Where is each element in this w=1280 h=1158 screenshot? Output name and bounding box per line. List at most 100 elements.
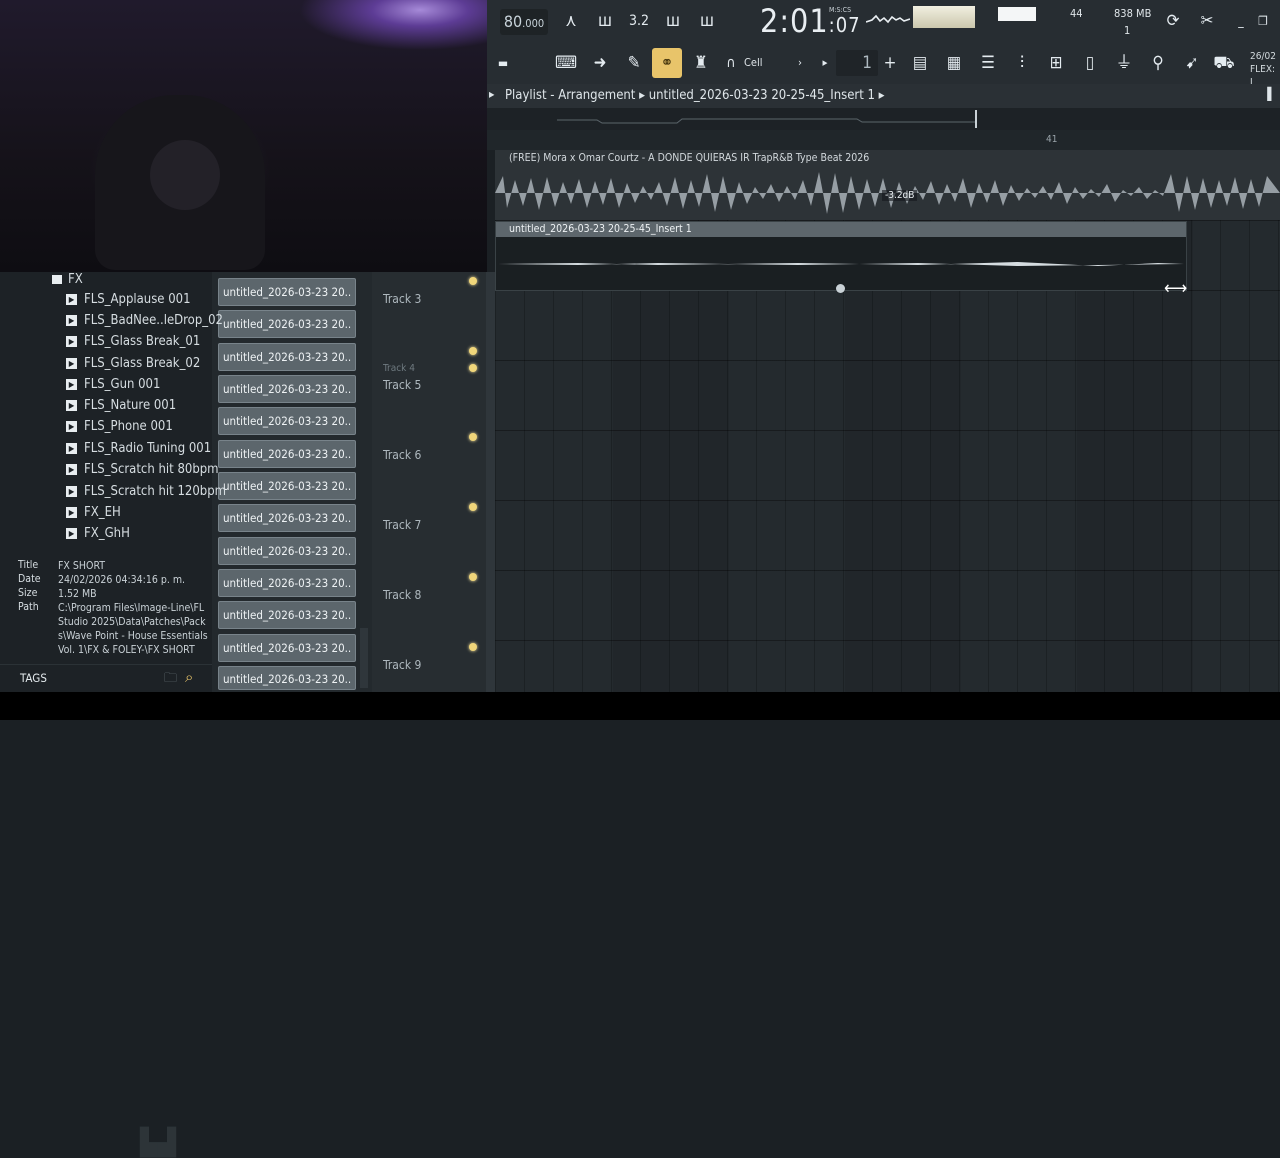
piano-roll-icon[interactable]: ☰ (975, 50, 1001, 76)
picker-item[interactable]: untitled_2026-03-23 20.. (218, 601, 356, 629)
step-edit-icon[interactable]: ш (660, 8, 686, 34)
browser-item[interactable]: ▶ FLS_Radio Tuning 001 (66, 439, 211, 459)
track-led[interactable] (469, 364, 477, 372)
arrow-right-icon[interactable]: ➜ (587, 50, 613, 76)
browser-item[interactable]: ▶ FLS_Glass Break_01 (66, 332, 200, 352)
shop-icon[interactable]: ⛟ (1211, 50, 1237, 76)
picker-item[interactable]: untitled_2026-03-23 20.. (218, 504, 356, 532)
audio-file-icon: ▶ (66, 464, 77, 475)
oscilloscope-icon (866, 14, 910, 24)
picker-item[interactable]: untitled_2026-03-23 20.. (218, 634, 356, 662)
track-led[interactable] (469, 643, 477, 651)
track-led[interactable] (469, 277, 477, 285)
picker-item[interactable]: untitled_2026-03-23 20.. (218, 472, 356, 500)
track-led[interactable] (469, 503, 477, 511)
browser-item[interactable]: ▶ FLS_Scratch hit 120bpm (66, 482, 226, 502)
picker-item[interactable]: untitled_2026-03-23 20.. (218, 375, 356, 403)
browser-folder-label: FX (68, 272, 83, 287)
metronome-icon[interactable]: ⋏ (558, 8, 584, 34)
track-3-label[interactable]: Track 3 (383, 292, 421, 306)
track-4-label[interactable]: Track 4 (383, 363, 415, 374)
time-main: 2:01 (760, 2, 829, 40)
ruler-bar-number: 41 (1046, 134, 1058, 145)
picker-item[interactable]: untitled_2026-03-23 20.. (218, 666, 356, 690)
picker-item[interactable]: untitled_2026-03-23 20.. (218, 569, 356, 597)
toolbar-handle-icon[interactable]: ▬ (490, 50, 516, 76)
restore-icon[interactable]: ❐ (1250, 8, 1276, 34)
timeline-ruler[interactable]: 41 (487, 130, 1280, 150)
picker-item[interactable]: untitled_2026-03-23 20.. (218, 278, 356, 306)
pattern-prev-icon[interactable]: ▸ (812, 50, 838, 76)
draw-tool-icon[interactable]: ✎ (621, 50, 647, 76)
mic-icon[interactable]: ➹ (1179, 50, 1205, 76)
browser-item[interactable]: ▶ FX_GhH (66, 524, 130, 544)
picker-item[interactable]: untitled_2026-03-23 20.. (218, 537, 356, 565)
browser-folder[interactable]: FX (52, 272, 83, 287)
audio-clip-beat[interactable]: (FREE) Mora x Omar Courtz - A DONDE QUIE… (495, 150, 1280, 220)
picker-item[interactable]: untitled_2026-03-23 20.. (218, 310, 356, 338)
cpu-meter (913, 6, 975, 28)
playlist-overview-scroll[interactable] (487, 108, 1280, 130)
picker-item[interactable]: untitled_2026-03-23 20.. (218, 440, 356, 468)
typing-keyboard-icon[interactable]: ⌨ (553, 50, 579, 76)
loop-record-icon[interactable]: ш (694, 8, 720, 34)
project-tree-icon[interactable]: ⊞ (1043, 50, 1069, 76)
audio-file-icon: ▶ (66, 528, 77, 539)
folder-icon[interactable]: 🗀 (164, 669, 177, 691)
browser-item[interactable]: ▶ FX_EH (66, 503, 121, 523)
browser-item[interactable]: ▶ FLS_BadNee..leDrop_02 (66, 311, 223, 331)
countdown-icon[interactable]: 3.2 (626, 8, 652, 34)
info-size-value: 1.52 MB (58, 588, 97, 600)
mixer-icon[interactable]: ⫶ (1009, 50, 1035, 76)
playlist-header[interactable]: ▸ Playlist - Arrangement ▸ untitled_2026… (487, 84, 1280, 108)
audio-file-icon: ▶ (66, 400, 77, 411)
track-led[interactable] (469, 433, 477, 441)
picker-item[interactable]: untitled_2026-03-23 20.. (218, 343, 356, 371)
wait-input-icon[interactable]: ш (592, 8, 618, 34)
tools-icon[interactable]: ✂ (1194, 8, 1220, 34)
touch-controller-icon[interactable]: ⚲ (1145, 50, 1171, 76)
picker-scrollbar[interactable] (360, 628, 368, 688)
stamp-icon[interactable]: ♜ (688, 50, 714, 76)
track-8-label[interactable]: Track 8 (383, 588, 421, 602)
magnet-icon[interactable]: ∩ (718, 50, 744, 76)
track-led[interactable] (469, 347, 477, 355)
search-icon[interactable]: ⌕ (185, 668, 193, 686)
tags-label[interactable]: TAGS (20, 671, 47, 685)
webcam-face (150, 140, 220, 210)
time-format-label: M:S:CS (829, 6, 852, 14)
polyphony-value: 1 (1124, 24, 1131, 37)
snap-arrow-icon[interactable]: › (787, 50, 813, 76)
browser-item[interactable]: ▶ FLS_Phone 001 (66, 417, 173, 437)
audio-clip-insert[interactable]: untitled_2026-03-23 20-25-45_Insert 1 (495, 221, 1187, 293)
undo-history-icon[interactable]: ⟳ (1160, 8, 1186, 34)
tempo-display[interactable]: 80.000 (500, 9, 548, 35)
track-column-divider[interactable] (486, 272, 495, 692)
track-5-label[interactable]: Track 5 (383, 378, 421, 392)
playlist-options-icon[interactable]: ▐ (1263, 87, 1271, 101)
snap-selector[interactable]: Cell (744, 56, 763, 69)
plugin-icon[interactable]: ⏚ (1111, 50, 1137, 76)
clip-name: untitled_2026-03-23 20-25-45_Insert 1 (509, 223, 692, 235)
clip-fade-handle[interactable] (836, 284, 845, 293)
track-7-label[interactable]: Track 7 (383, 518, 421, 532)
pattern-selector[interactable]: 1 (836, 50, 878, 76)
link-button[interactable]: ⚭ (652, 48, 682, 78)
picker-item[interactable]: untitled_2026-03-23 20.. (218, 407, 356, 435)
track-9-label[interactable]: Track 9 (383, 658, 421, 672)
overview-minimap (557, 118, 977, 124)
browser-item[interactable]: ▶ FLS_Glass Break_02 (66, 354, 200, 374)
playlist-menu-arrow-icon[interactable]: ▸ (489, 87, 494, 101)
browser-item[interactable]: ▶ FLS_Scratch hit 80bpm (66, 460, 219, 480)
browser-item[interactable]: ▶ FLS_Gun 001 (66, 375, 160, 395)
browser-item[interactable]: ▶ FLS_Nature 001 (66, 396, 176, 416)
track-6-label[interactable]: Track 6 (383, 448, 421, 462)
browser-item[interactable]: ▶ FLS_Applause 001 (66, 290, 191, 310)
add-pattern-icon[interactable]: + (877, 50, 903, 76)
clip-header: (FREE) Mora x Omar Courtz - A DONDE QUIE… (495, 150, 1280, 166)
channel-rack-icon[interactable]: ▦ (941, 50, 967, 76)
info-path-label: Path (18, 601, 39, 613)
track-led[interactable] (469, 573, 477, 581)
playlist-icon[interactable]: ▤ (907, 50, 933, 76)
browser-icon[interactable]: ▯ (1077, 50, 1103, 76)
